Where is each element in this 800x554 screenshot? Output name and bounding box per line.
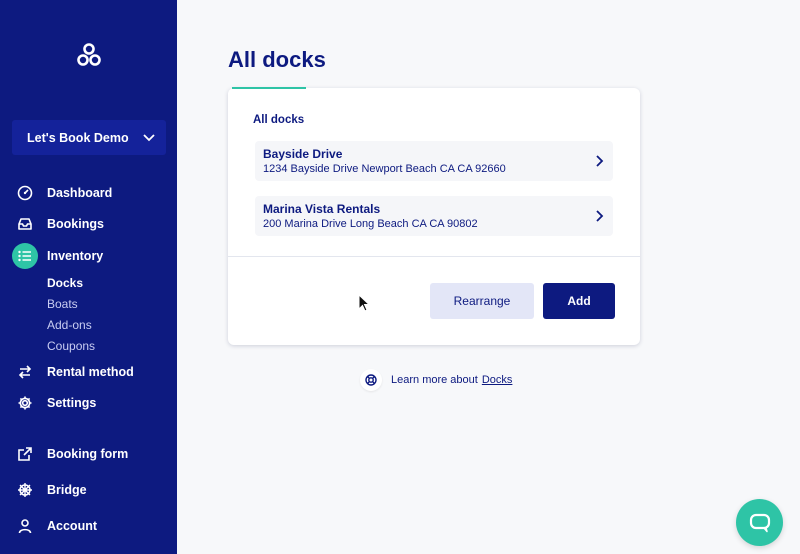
sidebar-item-inventory[interactable]: Inventory — [0, 243, 177, 269]
dock-item[interactable]: Bayside Drive 1234 Bayside Drive Newport… — [255, 141, 613, 181]
workspace-name: Let's Book Demo — [27, 130, 129, 145]
sidebar-subitem-boats[interactable]: Boats — [47, 297, 78, 311]
sidebar-item-booking-form[interactable]: Booking form — [0, 441, 177, 467]
sidebar-subitem-docks[interactable]: Docks — [47, 276, 83, 290]
sidebar-item-label: Booking form — [47, 447, 129, 461]
sidebar-item-label: Bookings — [47, 217, 104, 231]
tab-underline — [232, 87, 306, 89]
sidebar-item-label: Bridge — [47, 483, 87, 497]
mouse-cursor-icon — [358, 294, 370, 312]
sidebar-item-label: Settings — [47, 396, 97, 410]
inbox-icon — [17, 216, 33, 232]
sidebar: Let's Book Demo Dashboard Bookings Inven… — [0, 0, 177, 554]
sidebar-item-label: Rental method — [47, 365, 134, 379]
dashboard-icon — [17, 185, 33, 201]
sidebar-subitem-coupons[interactable]: Coupons — [47, 339, 95, 353]
dock-address: 1234 Bayside Drive Newport Beach CA CA 9… — [263, 163, 506, 175]
page-title: All docks — [228, 47, 326, 72]
chevron-right-icon — [596, 210, 604, 222]
dock-address: 200 Marina Drive Long Beach CA CA 90802 — [263, 218, 478, 230]
sidebar-item-account[interactable]: Account — [0, 513, 177, 539]
add-button[interactable]: Add — [543, 283, 615, 319]
workspace-selector[interactable]: Let's Book Demo — [12, 120, 166, 155]
chat-button[interactable] — [736, 499, 783, 546]
sidebar-item-dashboard[interactable]: Dashboard — [0, 180, 177, 206]
sidebar-item-bridge[interactable]: Bridge — [0, 477, 177, 503]
sidebar-item-rental-method[interactable]: Rental method — [0, 359, 177, 385]
section-label: All docks — [253, 114, 305, 126]
gear-icon — [17, 395, 33, 411]
swap-icon — [17, 364, 33, 380]
helm-icon — [17, 482, 33, 498]
learn-more-link[interactable]: Docks — [482, 374, 513, 386]
docks-card: All docks Bayside Drive 1234 Bayside Dri… — [228, 88, 640, 345]
logo-icon[interactable] — [76, 42, 102, 68]
rearrange-button[interactable]: Rearrange — [430, 283, 534, 319]
sidebar-item-label: Dashboard — [47, 186, 113, 200]
lifebuoy-icon — [360, 369, 382, 391]
sidebar-item-label: Inventory — [47, 249, 104, 263]
learn-more-text: Learn more about — [391, 374, 478, 386]
dock-item[interactable]: Marina Vista Rentals 200 Marina Drive Lo… — [255, 196, 613, 236]
chevron-down-icon — [143, 133, 155, 141]
sidebar-item-settings[interactable]: Settings — [0, 390, 177, 416]
external-link-icon — [17, 446, 33, 462]
sidebar-item-label: Account — [47, 519, 97, 533]
sidebar-subitem-add-ons[interactable]: Add-ons — [47, 318, 92, 332]
chevron-right-icon — [596, 155, 604, 167]
dock-name: Marina Vista Rentals — [263, 202, 381, 216]
chat-icon — [749, 513, 770, 532]
learn-more: Learn more about Docks — [360, 369, 512, 391]
sidebar-item-bookings[interactable]: Bookings — [0, 211, 177, 237]
dock-name: Bayside Drive — [263, 147, 343, 161]
list-icon — [12, 243, 38, 269]
divider — [228, 256, 640, 257]
user-icon — [17, 518, 33, 534]
